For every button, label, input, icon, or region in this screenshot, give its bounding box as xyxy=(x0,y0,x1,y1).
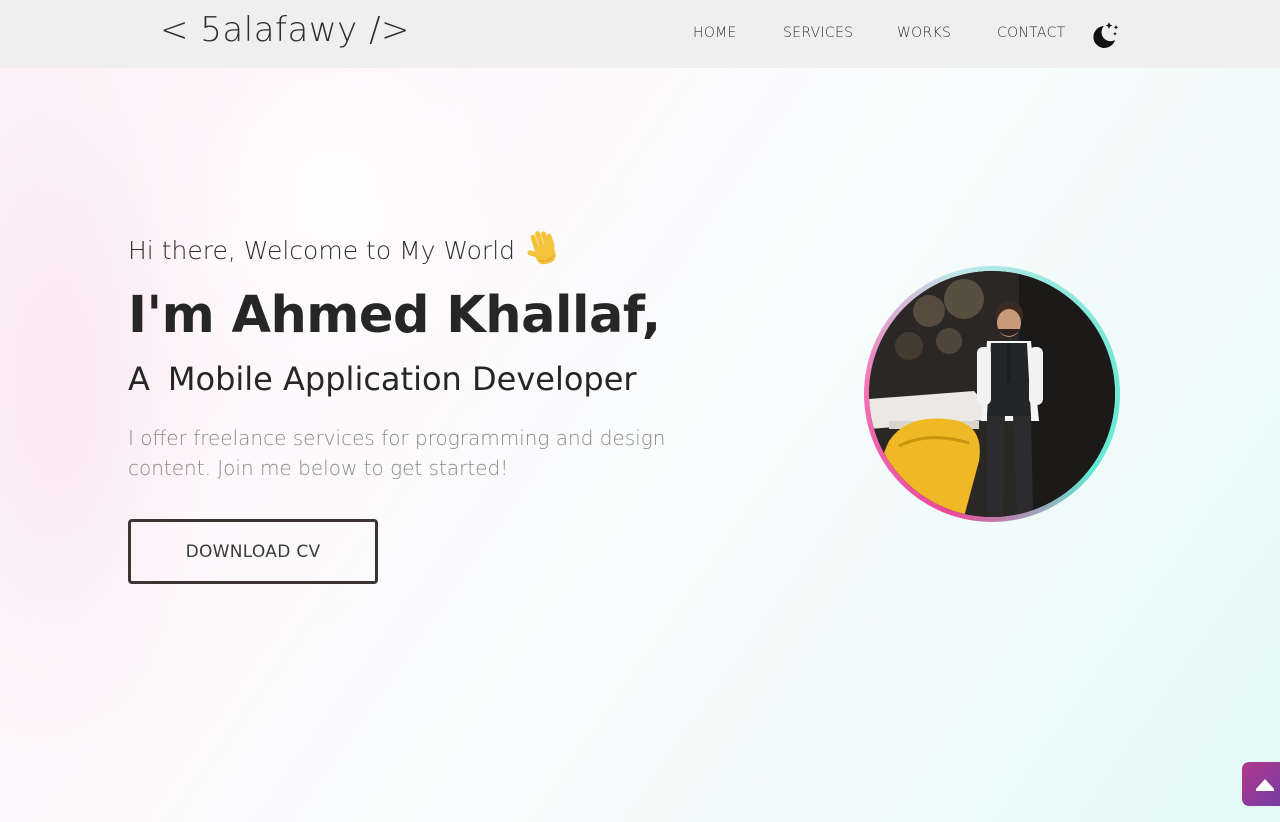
role-text: Mobile Application Developer xyxy=(167,360,637,398)
hero-name: I'm Ahmed Khallaf, xyxy=(128,286,661,345)
role-prefix: A xyxy=(128,360,150,398)
profile-photo-frame xyxy=(864,266,1120,522)
hero-tagline: I offer freelance services for programmi… xyxy=(128,426,666,480)
hero-role: A Mobile Application Developer xyxy=(128,360,637,398)
arrow-up-icon xyxy=(1256,779,1274,791)
nav-home[interactable]: HOME xyxy=(693,25,737,41)
waving-hand-icon xyxy=(524,228,564,270)
nav-services[interactable]: SERVICES xyxy=(783,25,853,41)
site-logo[interactable]: < 5alafawy /> xyxy=(160,10,410,50)
navbar: < 5alafawy /> HOME SERVICES WORKS CONTAC… xyxy=(0,0,1280,68)
greeting-text: Hi there, Welcome to My World xyxy=(128,236,516,265)
moon-stars-icon[interactable] xyxy=(1089,19,1121,49)
nav-works[interactable]: WORKS xyxy=(897,25,951,41)
profile-photo xyxy=(869,271,1115,517)
scroll-to-top-button[interactable] xyxy=(1242,762,1280,806)
nav-contact[interactable]: CONTACT xyxy=(997,25,1066,41)
download-cv-button[interactable]: DOWNLOAD CV xyxy=(128,519,378,584)
